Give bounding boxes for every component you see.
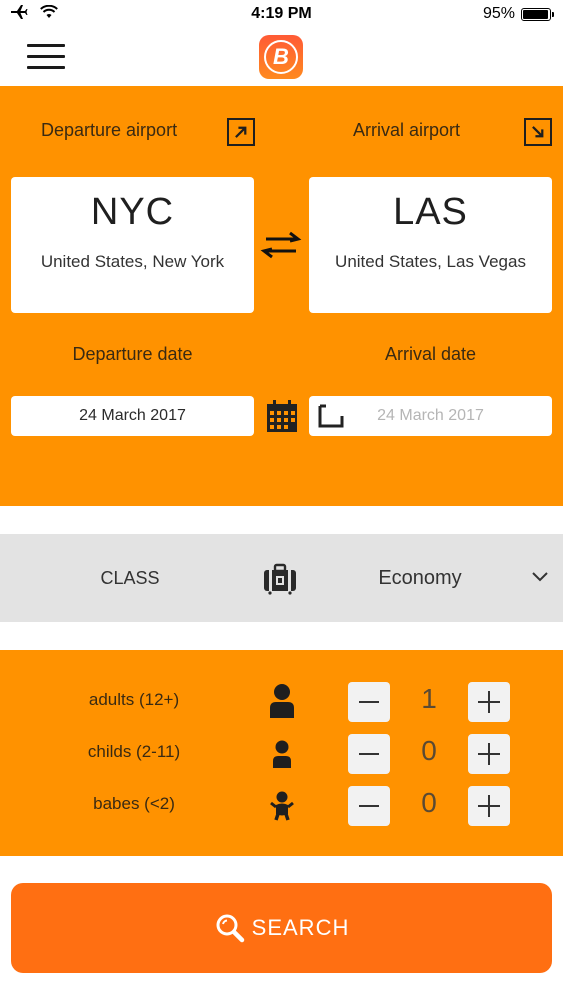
status-time: 4:19 PM (251, 5, 312, 22)
nav-bar: B (0, 28, 563, 84)
passenger-row-adults: adults (12+) 1 (0, 680, 563, 724)
babes-label: babes (<2) (93, 794, 175, 813)
route-panel: Departure airport Arrival airport NYC Un… (0, 86, 563, 506)
battery-fill (523, 9, 548, 19)
status-bar: 4:19 PM 95% (0, 0, 563, 28)
status-right: 95% (482, 5, 554, 23)
passenger-row-childs: childs (2-11) 0 (0, 732, 563, 776)
childs-label: childs (2-11) (87, 742, 181, 761)
menu-line (27, 66, 65, 69)
search-label: SEARCH (251, 915, 350, 940)
adults-decrement-button[interactable] (348, 682, 390, 722)
class-label: CLASS (100, 568, 160, 588)
chevron-down-icon[interactable] (530, 570, 550, 584)
logo-letter: B (264, 40, 298, 74)
adults-count: 1 (421, 683, 437, 714)
adults-label: adults (12+) (88, 690, 180, 709)
class-selector[interactable]: CLASS Economy (0, 534, 563, 622)
calendar-icon (267, 400, 297, 432)
arrival-airport-code: LAS (393, 191, 468, 233)
suitcase-icon (264, 563, 296, 595)
app-logo: B (259, 35, 303, 79)
childs-count: 0 (421, 735, 437, 766)
minus-icon (359, 701, 379, 703)
adult-icon (270, 684, 294, 718)
babes-increment-button[interactable] (468, 786, 510, 826)
childs-increment-button[interactable] (468, 734, 510, 774)
departure-airport-code: NYC (90, 191, 175, 233)
menu-line (27, 55, 65, 58)
adults-increment-button[interactable] (468, 682, 510, 722)
minus-icon (359, 805, 379, 807)
search-button[interactable]: SEARCH (11, 883, 552, 973)
passengers-panel: adults (12+) 1 childs (2-11) 0 babes (<2… (0, 650, 563, 856)
departure-date-label: Departure date (72, 344, 193, 364)
search-icon (216, 914, 244, 943)
departure-date-input[interactable]: 24 March 2017 (11, 396, 254, 436)
child-icon (273, 740, 291, 768)
arrow-up-right-icon[interactable] (227, 118, 255, 146)
hamburger-menu-icon[interactable] (27, 44, 65, 70)
arrival-airport-city: United States, Las Vegas (335, 252, 526, 271)
arrival-airport-label: Arrival airport (353, 120, 461, 140)
plus-icon (478, 795, 500, 817)
arrow-down-right-icon[interactable] (524, 118, 552, 146)
minus-icon (359, 753, 379, 755)
arrival-airport-card[interactable]: LAS United States, Las Vegas (309, 177, 552, 313)
departure-airport-city: United States, New York (40, 252, 225, 271)
arrival-date-value: 24 March 2017 (377, 407, 484, 424)
childs-decrement-button[interactable] (348, 734, 390, 774)
arrival-date-label: Arrival date (384, 344, 477, 364)
battery-icon (521, 7, 554, 21)
plus-icon (478, 743, 500, 765)
babes-decrement-button[interactable] (348, 786, 390, 826)
class-value[interactable]: Economy (330, 567, 510, 590)
passenger-row-babes: babes (<2) 0 (0, 784, 563, 828)
departure-airport-label: Departure airport (41, 120, 178, 140)
departure-airport-card[interactable]: NYC United States, New York (11, 177, 254, 313)
battery-percent: 95% (482, 5, 515, 22)
plus-icon (478, 691, 500, 713)
swap-airports-icon[interactable] (258, 230, 304, 260)
menu-line (27, 44, 65, 47)
babes-count: 0 (421, 787, 437, 818)
baby-icon (270, 791, 294, 821)
arrival-date-input[interactable]: 24 March 2017 (309, 396, 552, 436)
return-checkbox-icon[interactable] (318, 404, 344, 428)
